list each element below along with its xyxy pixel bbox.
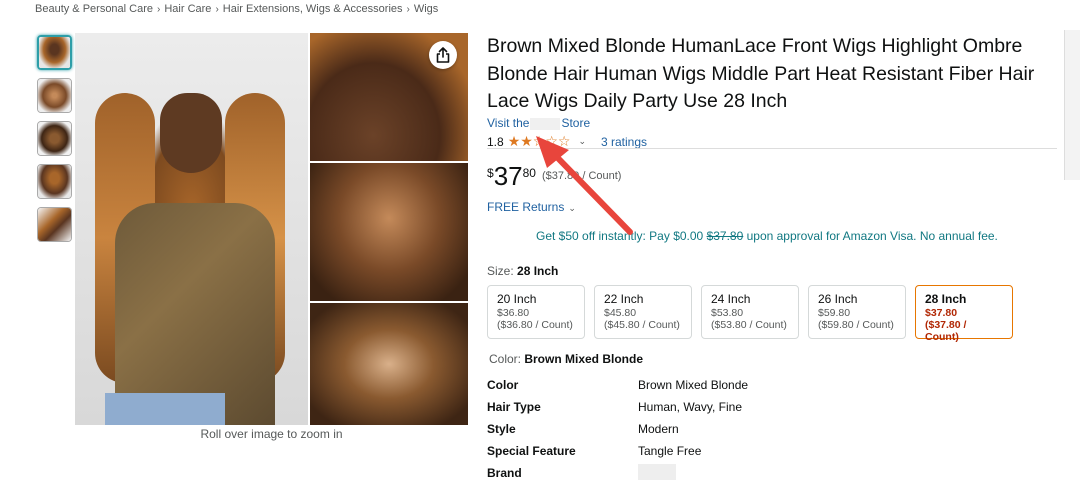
size-option-28[interactable]: 28 Inch $37.80 ($37.80 / Count) [915,285,1013,343]
breadcrumb: Beauty & Personal Care › Hair Care › Hair Ex… [35,3,438,15]
store-link-suffix: Store [561,116,591,130]
size-price: $53.80 [711,307,744,319]
free-returns-label: FREE Returns [487,200,565,214]
product-title: Brown Mixed Blonde HumanLace Front Wigs … [487,35,1035,112]
spec-value: Human, Wavy, Fine [638,400,743,414]
thumbnail-strip [37,35,74,250]
spec-row: Special Feature Tangle Free [487,440,748,462]
redacted-brand [530,117,561,130]
size-selected: 28 Inch [517,264,559,278]
size-price: $36.80 [497,307,530,319]
size-unit-price: ($37.80 / Count) [925,319,967,343]
size-unit-price: ($45.80 / Count) [604,319,680,331]
thumbnail-1[interactable] [37,35,72,70]
size-price: $45.80 [604,307,637,319]
size-option-20[interactable]: 20 Inch $36.80 ($36.80 / Count) [487,285,585,339]
spec-value: Tangle Free [638,444,702,458]
price-whole: 37 [493,161,523,191]
share-icon [436,47,450,63]
price-block: $ 37 80 ($37.80 / Count) [487,162,621,190]
size-unit-price: ($36.80 / Count) [497,319,573,331]
breadcrumb-link-beauty[interactable]: Beauty & Personal Care [35,3,153,15]
spec-key: Hair Type [487,400,541,414]
share-button[interactable] [429,41,457,69]
price-symbol: $ [487,166,494,180]
spec-row: Color Brown Mixed Blonde [487,374,748,396]
hair-detail-collage [310,33,468,425]
spec-row: Hair Type Human, Wavy, Fine [487,396,748,418]
main-product-image[interactable] [75,33,468,425]
size-options: 20 Inch $36.80 ($36.80 / Count) 22 Inch … [487,285,1013,343]
spec-key: Style [487,422,516,436]
thumbnail-4[interactable] [37,164,72,199]
promo-strike-price: $37.80 [706,229,744,243]
size-label-prefix: Size: [487,264,518,278]
size-option-22[interactable]: 22 Inch $45.80 ($45.80 / Count) [594,285,692,339]
spec-key: Special Feature [487,444,576,458]
model-photo [75,33,308,425]
promo-suffix: upon approval for Amazon Visa. No annual… [743,229,998,243]
size-price: $59.80 [818,307,851,319]
free-returns-link[interactable]: FREE Returns ⌄ [487,200,576,214]
color-selected: Brown Mixed Blonde [524,352,644,366]
product-specs-table: Color Brown Mixed Blonde Hair Type Human… [487,374,748,484]
scrollbar[interactable] [1064,30,1080,180]
breadcrumb-separator: › [406,4,410,15]
zoom-hint: Roll over image to zoom in [200,427,343,441]
empty-stars: ☆☆☆ [532,133,571,149]
breadcrumb-separator: › [157,4,161,15]
size-name: 20 Inch [497,292,537,306]
size-label: Size: 28 Inch [487,264,558,278]
breadcrumb-link-hair-care[interactable]: Hair Care [164,3,211,15]
ratings-count-link[interactable]: 3 ratings [601,135,647,149]
size-name: 24 Inch [711,292,751,306]
price-fraction: 80 [522,166,536,180]
visa-promo[interactable]: Get $50 off instantly: Pay $0.00 $37.80 … [536,229,998,243]
size-unit-price: ($53.80 / Count) [711,319,787,331]
thumbnail-3[interactable] [37,121,72,156]
chevron-down-icon: ⌄ [568,203,576,213]
size-name: 28 Inch [925,292,967,306]
size-unit-price: ($59.80 / Count) [818,319,894,331]
filled-stars: ★★ [507,133,533,149]
breadcrumb-link-hair-extensions[interactable]: Hair Extensions, Wigs & Accessories [223,3,403,15]
breadcrumb-separator: › [215,4,219,15]
breadcrumb-link-wigs[interactable]: Wigs [414,3,438,15]
size-name: 22 Inch [604,292,644,306]
spec-row: Brand [487,462,748,484]
thumbnail-2[interactable] [37,78,72,113]
spec-value: Brown Mixed Blonde [638,378,749,392]
spec-key: Brand [487,466,522,480]
chevron-down-icon[interactable]: ⌄ [578,136,586,147]
rating-value: 1.8 [487,134,504,149]
color-label-prefix: Color: [489,352,525,366]
store-link[interactable]: Visit the Store [487,116,590,130]
spec-key: Color [487,378,519,392]
store-link-prefix: Visit the [487,116,530,130]
color-label: Color: Brown Mixed Blonde [489,352,643,366]
size-name: 26 Inch [818,292,858,306]
size-option-26[interactable]: 26 Inch $59.80 ($59.80 / Count) [808,285,906,339]
spec-row: Style Modern [487,418,748,440]
promo-text: Get $50 off instantly: Pay $0.00 [536,229,707,243]
size-price: $37.80 [925,307,958,319]
spec-value-redacted [638,463,676,483]
size-option-24[interactable]: 24 Inch $53.80 ($53.80 / Count) [701,285,799,339]
spec-value: Modern [638,422,679,436]
price-per-unit: ($37.80 / Count) [541,170,622,182]
divider [487,148,1057,149]
thumbnail-5[interactable] [37,207,72,242]
redacted-brand [638,463,676,480]
